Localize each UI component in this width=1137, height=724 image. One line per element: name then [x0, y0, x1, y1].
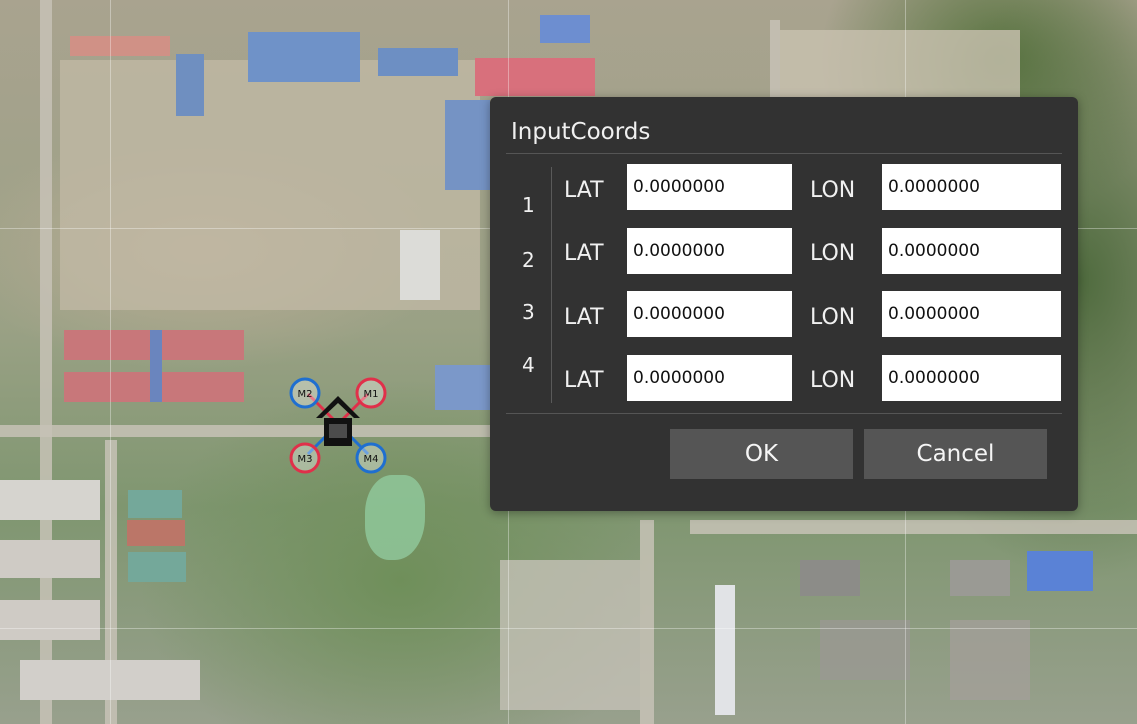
lat-label: LAT	[564, 305, 604, 330]
building-blue	[435, 365, 495, 410]
building-grey	[950, 560, 1010, 596]
lat-input-2[interactable]	[627, 228, 792, 274]
ok-button[interactable]: OK	[670, 429, 853, 479]
input-coords-dialog: InputCoords 1 2 3 4 LAT LON LAT LON LAT …	[490, 97, 1078, 511]
lon-input-4[interactable]	[882, 355, 1061, 401]
building-red	[475, 58, 595, 96]
building-blue	[248, 32, 360, 82]
lon-label: LON	[810, 178, 856, 203]
map-road	[640, 520, 654, 724]
building-grey	[950, 620, 1030, 700]
lon-label: LON	[810, 305, 856, 330]
lat-input-1[interactable]	[627, 164, 792, 210]
divider	[506, 153, 1062, 154]
building-blue	[150, 330, 162, 402]
divider	[506, 413, 1062, 414]
lon-input-3[interactable]	[882, 291, 1061, 337]
map-road	[770, 20, 780, 100]
motor-m4: M4	[355, 442, 387, 474]
building-white	[400, 230, 440, 300]
motor-m2: M2	[289, 377, 321, 409]
building-white	[715, 585, 735, 715]
quadcopter-icon: M2 M1 M3 M4	[289, 377, 387, 474]
dialog-title: InputCoords	[511, 119, 651, 145]
drone-marker[interactable]: M2 M1 M3 M4	[288, 374, 388, 474]
building-grey	[800, 560, 860, 596]
motor-m3: M3	[289, 442, 321, 474]
svg-text:M2: M2	[298, 389, 313, 400]
lat-label: LAT	[564, 178, 604, 203]
lat-input-3[interactable]	[627, 291, 792, 337]
building-teal	[128, 552, 186, 582]
row-number: 2	[522, 248, 535, 272]
building-red	[70, 36, 170, 56]
building-red	[127, 520, 185, 546]
svg-text:M1: M1	[364, 389, 379, 400]
lon-input-2[interactable]	[882, 228, 1061, 274]
building-white	[0, 540, 100, 578]
building-teal	[128, 490, 182, 518]
building-blue	[1027, 551, 1093, 591]
row-number: 3	[522, 300, 535, 324]
svg-text:M4: M4	[364, 454, 379, 465]
building-grey	[820, 620, 910, 680]
map-gridline	[110, 0, 111, 724]
building-blue	[378, 48, 458, 76]
cancel-button[interactable]: Cancel	[864, 429, 1047, 479]
motor-m1: M1	[355, 377, 387, 409]
lat-label: LAT	[564, 241, 604, 266]
building-white	[0, 480, 100, 520]
building-blue	[445, 100, 490, 190]
building-blue	[540, 15, 590, 43]
row-number: 4	[522, 353, 535, 377]
lat-label: LAT	[564, 368, 604, 393]
lon-label: LON	[810, 368, 856, 393]
bare-ground	[780, 30, 1020, 100]
row-number: 1	[522, 193, 535, 217]
building-white	[0, 600, 100, 640]
lon-label: LON	[810, 241, 856, 266]
building-blue	[176, 54, 204, 116]
lon-input-1[interactable]	[882, 164, 1061, 210]
svg-text:M3: M3	[298, 454, 313, 465]
lat-input-4[interactable]	[627, 355, 792, 401]
divider	[551, 167, 552, 403]
pond	[365, 475, 425, 560]
map-gridline	[0, 628, 1137, 629]
bare-ground	[500, 560, 640, 710]
map-road	[690, 520, 1137, 534]
